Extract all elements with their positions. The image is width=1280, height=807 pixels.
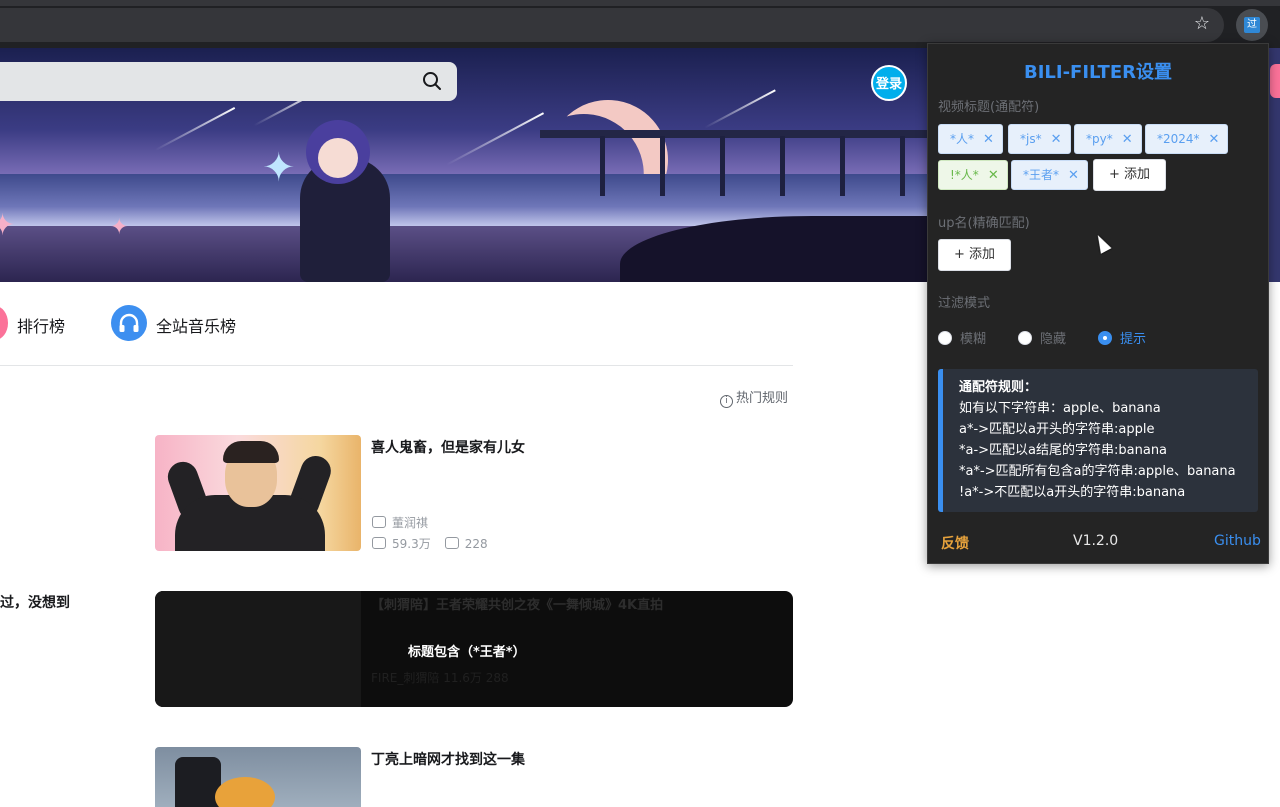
rule-line: a*->匹配以a开头的字符串:apple [959,422,1155,437]
radio-label: 隐藏 [1040,332,1067,347]
video-uploader[interactable]: 董润祺 [372,514,428,531]
headphones-icon-glyph [119,313,139,332]
star-icon: ✦ [0,208,16,243]
danmaku-count: 288 [485,671,509,685]
hot-rule-label: 热门规则 [736,391,789,406]
wildcard-rules-box: 通配符规则： 如有以下字符串：apple、banana a*->匹配以a开头的字… [938,369,1258,512]
pier-leg [600,136,605,196]
extension-button[interactable]: 过 [1236,9,1268,41]
rule-line: !a*->不匹配以a开头的字符串:banana [959,485,1186,500]
radio-circle [1098,331,1112,345]
headphones-icon[interactable] [111,305,147,341]
radio-label: 提示 [1120,332,1147,347]
danmaku-icon [444,537,459,549]
filter-notice: 标题包含（*王者*） [408,645,526,660]
mode-radio-hide[interactable]: 隐藏 [1018,328,1066,347]
search-input[interactable] [0,62,457,101]
thumbnail-figure [215,777,275,807]
uploader-name: 董润祺 [392,516,429,530]
uploader-name: FIRE_刺猬陪 [371,671,440,685]
tag-label: !*人* [950,168,979,182]
rule-line: *a->匹配以a结尾的字符串:banana [959,443,1168,458]
star-icon[interactable]: ☆ [1192,14,1212,34]
filter-tag: *2024* ✕ [1145,124,1229,154]
rule-line: *a*->匹配所有包含a的字符串:apple、banana [959,464,1236,479]
version-label: V1.2.0 [1073,533,1119,549]
tag-label: *王者* [1023,168,1060,182]
video-stats: 59.3万 228 [372,535,488,552]
tag-label: *js* [1020,132,1042,146]
rules-title: 通配符规则： [959,380,1038,395]
character-face [318,138,358,178]
pier-leg [720,136,725,196]
shooting-star [445,112,545,166]
video-stats: FIRE_刺猬陪 11.6万 288 [371,669,509,686]
mode-radio-blur[interactable]: 模糊 [938,328,986,347]
tag-label: *py* [1086,132,1113,146]
filter-tag: *王者* ✕ [1011,160,1088,190]
play-count-icon [372,537,386,549]
nav-item-ranking[interactable]: 排行榜 [17,313,65,337]
video-title: 【刺猬陪】王者荣耀共创之夜《一舞倾城》4K直拍 [371,598,664,613]
add-up-button[interactable]: + 添加 [938,239,1012,271]
close-icon[interactable]: ✕ [1122,126,1133,154]
view-count: 11.6万 [443,671,482,685]
pier-leg [840,136,845,196]
popup-title: BILI-FILTER设置 [1024,62,1172,83]
filter-tag: *人* ✕ [938,124,1003,154]
upload-button-edge[interactable] [1270,64,1280,98]
radio-label: 模糊 [960,332,987,347]
search-icon[interactable] [421,70,443,92]
github-link[interactable]: Github [1214,533,1261,549]
filter-tag: !*人* ✕ [938,160,1008,190]
pier-leg [660,136,665,196]
video-title[interactable]: 过，没想到 [0,592,70,612]
hot-rule-link[interactable]: i 热门规则 [720,387,788,408]
filter-tag: *js* ✕ [1008,124,1071,154]
shooting-star [154,106,236,152]
video-thumbnail [155,591,361,707]
pier-leg [900,136,905,196]
filter-tag: *py* ✕ [1074,124,1142,154]
close-icon[interactable]: ✕ [1068,162,1079,190]
close-icon[interactable]: ✕ [988,162,999,190]
title-filter-label: 视频标题(通配符) [938,100,1040,115]
video-title[interactable]: 喜人鬼畜，但是家有儿女 [371,437,525,457]
close-icon[interactable]: ✕ [1209,126,1220,154]
address-bar[interactable] [0,8,1224,42]
filtered-video-card[interactable]: 【刺猬陪】王者荣耀共创之夜《一舞倾城》4K直拍 FIRE_刺猬陪 11.6万 2… [155,591,793,707]
tag-label: *人* [950,132,975,146]
shooting-star [704,89,776,129]
tag-label: *2024* [1157,132,1200,146]
video-title[interactable]: 丁亮上暗网才找到这一集 [371,749,525,769]
info-icon: i [720,395,733,408]
nav-item-music-chart[interactable]: 全站音乐榜 [156,313,236,337]
star-icon: ✦ [262,145,296,191]
video-thumbnail[interactable] [155,747,361,807]
bili-filter-popup: BILI-FILTER设置 视频标题(通配符) *人* ✕ *js* ✕ *py* ✕… [927,43,1269,564]
up-filter-label: up名(精确匹配) [938,216,1030,231]
bili-filter-extension-icon: 过 [1244,17,1260,33]
mode-radio-hint[interactable]: 提示 [1098,328,1146,347]
thumbnail-figure [223,441,279,463]
view-count: 59.3万 [392,537,431,551]
radio-circle [938,331,952,345]
rule-line: 如有以下字符串：apple、banana [959,401,1161,416]
ranking-icon[interactable] [0,306,8,340]
tab-strip [0,0,1280,6]
up-icon [372,516,386,528]
add-title-tag-button[interactable]: + 添加 [1093,159,1167,191]
divider [0,365,793,366]
star-icon: ✦ [110,215,129,240]
pier [540,130,930,138]
close-icon[interactable]: ✕ [1051,126,1062,154]
login-button[interactable]: 登录 [871,65,907,101]
mode-label: 过滤模式 [938,296,991,311]
feedback-link[interactable]: 反馈 [941,533,969,553]
close-icon[interactable]: ✕ [983,126,994,154]
video-thumbnail[interactable] [155,435,361,551]
radio-circle [1018,331,1032,345]
pier-leg [780,136,785,196]
danmaku-count: 228 [464,537,488,551]
